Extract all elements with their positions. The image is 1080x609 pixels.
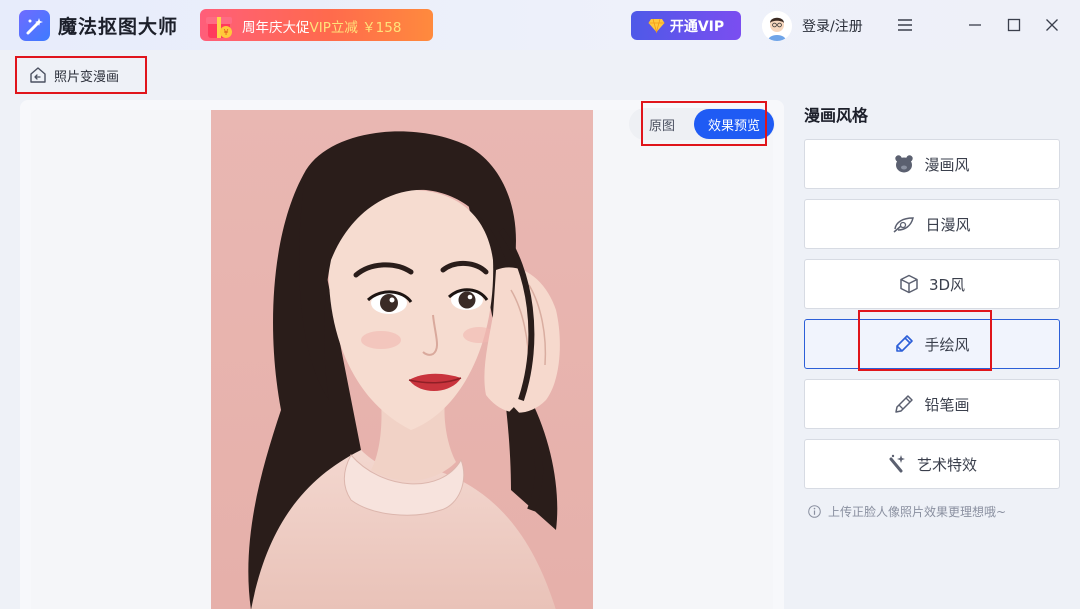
- vip-button[interactable]: 开通VIP: [631, 11, 741, 40]
- style-option-label: 漫画风: [924, 155, 970, 174]
- gift-icon: ¥: [206, 17, 232, 38]
- breadcrumb[interactable]: 照片变漫画: [15, 56, 147, 94]
- pencil-icon: [895, 395, 914, 413]
- style-option-art-effect[interactable]: 艺术特效: [804, 439, 1060, 489]
- style-option-3d[interactable]: 3D风: [804, 259, 1060, 309]
- brush-icon: [896, 335, 914, 352]
- promo-banner[interactable]: ¥ 周年庆大促VIP立减 ￥158: [200, 9, 433, 41]
- title-bar: 魔法抠图大师 ¥ 周年庆大促VIP立减 ￥158 开通VIP 登录/注册: [0, 0, 1080, 50]
- style-option-label: 日漫风: [925, 215, 971, 234]
- minimize-icon[interactable]: [964, 14, 986, 36]
- diamond-icon: [648, 18, 665, 33]
- breadcrumb-label: 照片变漫画: [54, 69, 120, 85]
- app-logo-icon: [19, 10, 50, 41]
- cube-icon: [900, 274, 918, 294]
- view-toggle: 原图 效果预览: [629, 108, 775, 140]
- style-heading: 漫画风格: [804, 106, 869, 125]
- style-option-label: 铅笔画: [924, 395, 970, 414]
- portrait-image: [211, 110, 593, 609]
- menu-icon[interactable]: [894, 14, 916, 36]
- hint-text: 上传正脸人像照片效果更理想哦~: [828, 505, 1007, 519]
- style-option-label: 3D风: [928, 275, 966, 294]
- close-icon[interactable]: [1041, 14, 1063, 36]
- promo-text: 周年庆大促: [242, 20, 310, 36]
- maximize-icon[interactable]: [1003, 14, 1025, 36]
- promo-highlight: VIP立减 ￥158: [309, 20, 402, 36]
- style-option-label: 艺术特效: [916, 455, 977, 474]
- info-icon: [808, 505, 821, 518]
- app-name: 魔法抠图大师: [58, 16, 179, 38]
- login-register-link[interactable]: 登录/注册: [802, 16, 863, 36]
- style-option-anime[interactable]: 日漫风: [804, 199, 1060, 249]
- style-option-pencil[interactable]: 铅笔画: [804, 379, 1060, 429]
- bear-icon: [895, 155, 914, 173]
- svg-text:¥: ¥: [223, 28, 228, 37]
- upload-hint: 上传正脸人像照片效果更理想哦~: [808, 503, 1006, 520]
- magic-wand-icon: [889, 454, 905, 473]
- toggle-original-button[interactable]: 原图: [629, 108, 695, 140]
- style-option-manga[interactable]: 漫画风: [804, 139, 1060, 189]
- leaf-icon: [893, 217, 915, 233]
- vip-label: 开通VIP: [669, 18, 725, 35]
- toggle-effect-preview-button[interactable]: 效果预览: [694, 109, 774, 139]
- home-back-icon: [30, 67, 46, 83]
- avatar[interactable]: [762, 11, 792, 41]
- style-option-label: 手绘风: [924, 335, 970, 354]
- style-option-hand-drawn[interactable]: 手绘风: [804, 319, 1060, 369]
